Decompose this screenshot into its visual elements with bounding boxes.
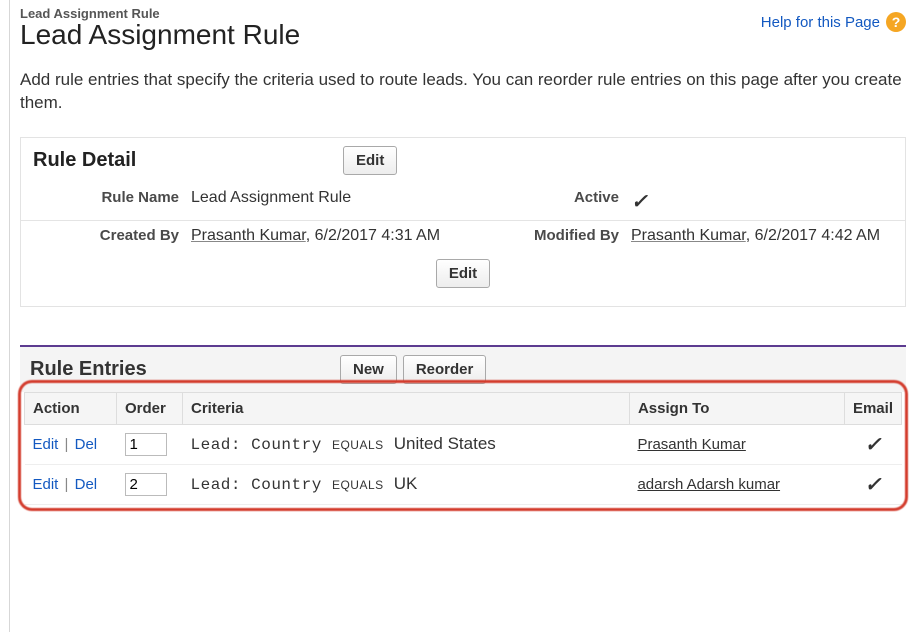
criteria-value: United States — [394, 434, 496, 453]
col-order: Order — [117, 392, 183, 424]
help-icon: ? — [886, 12, 906, 32]
created-by-user-link[interactable]: Prasanth Kumar — [191, 227, 306, 244]
del-link[interactable]: Del — [75, 436, 98, 453]
action-separator: | — [63, 436, 71, 453]
criteria-field: Lead: Country — [191, 476, 322, 494]
page-title: Lead Assignment Rule — [20, 19, 300, 51]
email-checkmark-icon: ✓ — [865, 474, 882, 496]
label-rule-name: Rule Name — [31, 189, 191, 214]
help-link[interactable]: Help for this Page ? — [761, 12, 906, 32]
edit-button-bottom[interactable]: Edit — [436, 259, 490, 288]
reorder-button[interactable]: Reorder — [403, 355, 487, 384]
created-by-meta: , 6/2/2017 4:31 AM — [306, 227, 440, 244]
order-input[interactable] — [125, 433, 167, 456]
action-separator: | — [63, 476, 71, 493]
left-rail — [0, 0, 10, 632]
modified-by-meta: , 6/2/2017 4:42 AM — [746, 227, 880, 244]
criteria-field: Lead: Country — [191, 436, 322, 454]
edit-link[interactable]: Edit — [33, 476, 59, 493]
rule-detail-heading: Rule Detail — [33, 149, 343, 172]
edit-link[interactable]: Edit — [33, 436, 59, 453]
criteria-value: UK — [394, 474, 418, 493]
rule-detail-section: Rule Detail Edit Rule Name Lead Assignme… — [20, 137, 906, 307]
intro-text: Add rule entries that specify the criter… — [20, 69, 906, 115]
new-button[interactable]: New — [340, 355, 397, 384]
active-checkmark-icon: ✓ — [631, 191, 648, 213]
del-link[interactable]: Del — [75, 476, 98, 493]
label-created-by: Created By — [31, 227, 191, 245]
rule-entries-heading: Rule Entries — [30, 358, 340, 381]
edit-button-top[interactable]: Edit — [343, 146, 397, 175]
col-action: Action — [25, 392, 117, 424]
criteria-operator: EQUALS — [332, 438, 384, 452]
order-input[interactable] — [125, 473, 167, 496]
label-modified-by: Modified By — [491, 227, 631, 245]
rule-entries-table: Action Order Criteria Assign To Email Ed… — [24, 392, 902, 505]
table-row: Edit | Del Lead: Country EQUALS UK adars… — [25, 464, 902, 504]
value-rule-name: Lead Assignment Rule — [191, 189, 491, 214]
col-criteria: Criteria — [183, 392, 630, 424]
assign-to-link[interactable]: adarsh Adarsh kumar — [637, 476, 780, 493]
modified-by-user-link[interactable]: Prasanth Kumar — [631, 227, 746, 244]
assign-to-link[interactable]: Prasanth Kumar — [637, 436, 745, 453]
col-assign-to: Assign To — [629, 392, 844, 424]
label-active: Active — [491, 189, 631, 214]
table-row: Edit | Del Lead: Country EQUALS United S… — [25, 424, 902, 464]
criteria-operator: EQUALS — [332, 478, 384, 492]
col-email: Email — [844, 392, 901, 424]
rule-entries-section: Rule Entries New Reorder Action Order Cr… — [20, 345, 906, 505]
email-checkmark-icon: ✓ — [865, 434, 882, 456]
help-link-label: Help for this Page — [761, 14, 880, 31]
